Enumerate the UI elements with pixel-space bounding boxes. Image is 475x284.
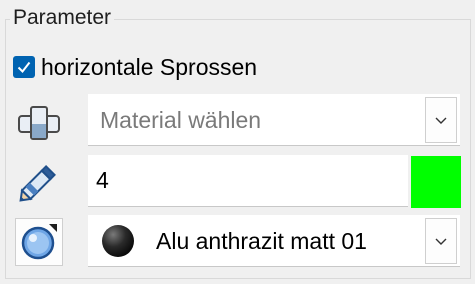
checkbox-label: horizontale Sprossen bbox=[41, 53, 258, 80]
finish-selected-value: Alu anthrazit matt 01 bbox=[156, 228, 367, 254]
material-dropdown-button[interactable] bbox=[425, 97, 457, 143]
checkmark-icon bbox=[17, 61, 31, 74]
horizontal-muntins-option[interactable]: horizontale Sprossen bbox=[13, 53, 257, 81]
color-wheel-icon bbox=[21, 224, 57, 260]
color-wheel-button[interactable] bbox=[15, 218, 63, 266]
material-combobox[interactable]: Material wählen bbox=[88, 94, 460, 146]
horizontal-muntins-checkbox[interactable] bbox=[13, 56, 35, 78]
material-sphere-icon bbox=[102, 225, 134, 257]
chevron-down-icon bbox=[435, 238, 447, 245]
finish-dropdown-button[interactable] bbox=[425, 218, 457, 264]
group-title: Parameter bbox=[10, 5, 115, 31]
width-value: 4 bbox=[96, 167, 109, 193]
chevron-down-icon bbox=[435, 117, 447, 124]
width-input[interactable]: 4 bbox=[88, 155, 408, 207]
pencil-icon bbox=[15, 158, 63, 206]
material-placeholder: Material wählen bbox=[100, 107, 262, 133]
color-swatch[interactable] bbox=[411, 156, 461, 208]
muntin-profile-icon bbox=[15, 99, 63, 147]
finish-combobox[interactable]: Alu anthrazit matt 01 bbox=[88, 215, 460, 267]
